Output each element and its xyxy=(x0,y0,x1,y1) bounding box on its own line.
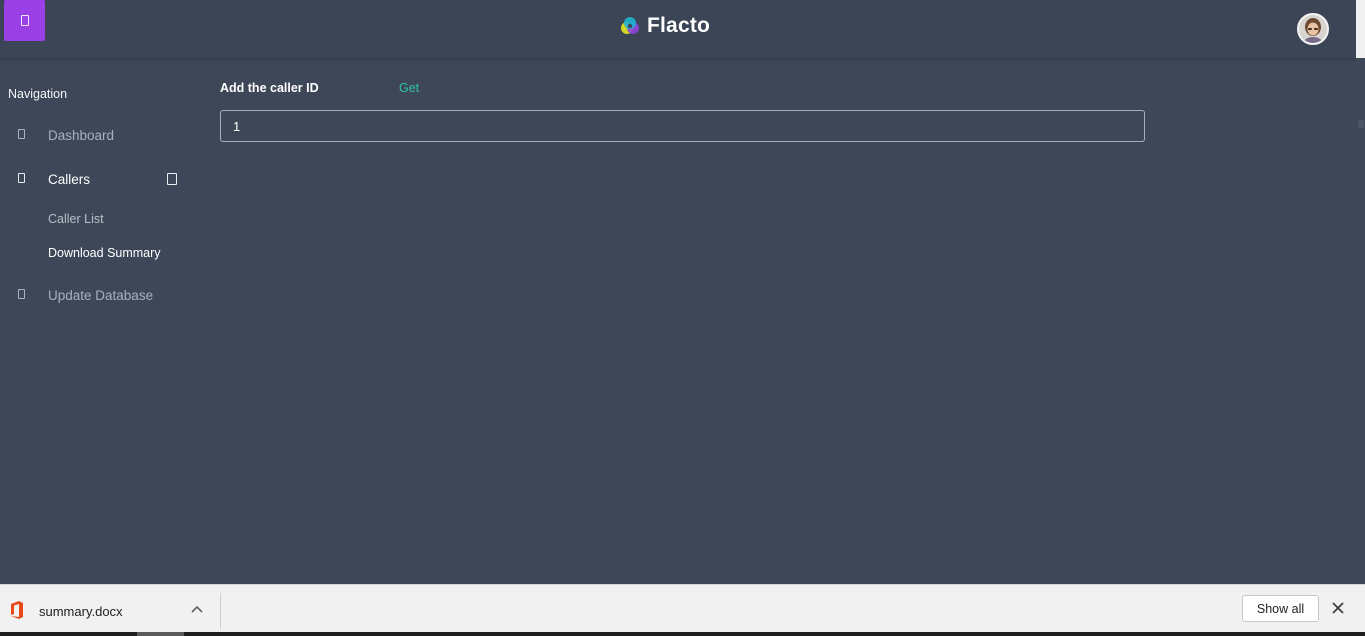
sidebar-item-label: Dashboard xyxy=(48,127,115,143)
top-header: Flacto xyxy=(0,0,1356,58)
download-file-name[interactable]: summary.docx xyxy=(39,604,123,619)
sidebar-item-update-database[interactable]: Update Database xyxy=(0,280,200,310)
get-link[interactable]: Get xyxy=(399,81,419,95)
taskbar-strip xyxy=(0,632,1365,636)
download-divider xyxy=(220,593,221,629)
office-file-icon xyxy=(11,601,23,619)
close-download-bar-button[interactable] xyxy=(1330,600,1346,616)
user-avatar[interactable] xyxy=(1297,13,1329,45)
chevron-up-icon xyxy=(191,605,203,613)
flacto-logo-icon xyxy=(621,17,639,34)
sidebar-item-label: Callers xyxy=(48,171,91,187)
taskbar-segment xyxy=(137,632,184,636)
database-icon xyxy=(18,289,25,299)
expand-toggle-icon[interactable] xyxy=(167,173,177,185)
brand[interactable]: Flacto xyxy=(619,13,710,39)
avatar-image xyxy=(1299,15,1327,43)
dashboard-icon xyxy=(18,129,25,139)
caller-id-input[interactable] xyxy=(220,110,1145,142)
caller-id-label: Add the caller ID xyxy=(220,81,319,95)
scrollbar-thumb[interactable] xyxy=(1358,120,1364,128)
download-bar: summary.docx Show all xyxy=(0,584,1365,636)
sidebar-subitem-download-summary[interactable]: Download Summary xyxy=(48,246,161,260)
menu-icon xyxy=(20,15,29,26)
sidebar-item-label: Update Database xyxy=(48,287,154,303)
download-options-button[interactable] xyxy=(187,599,207,619)
sidebar-subitem-caller-list[interactable]: Caller List xyxy=(48,212,104,226)
show-all-button[interactable]: Show all xyxy=(1242,595,1319,622)
sidebar-item-dashboard[interactable]: Dashboard xyxy=(0,120,200,150)
sidebar-item-callers[interactable]: Callers xyxy=(0,164,200,194)
navigation-heading: Navigation xyxy=(8,87,68,101)
callers-icon xyxy=(18,173,25,183)
menu-button[interactable] xyxy=(4,0,45,41)
brand-name: Flacto xyxy=(647,14,711,37)
scrollbar-track[interactable] xyxy=(1356,58,1365,584)
scrollbar-top xyxy=(1356,0,1365,58)
close-icon xyxy=(1332,602,1344,614)
